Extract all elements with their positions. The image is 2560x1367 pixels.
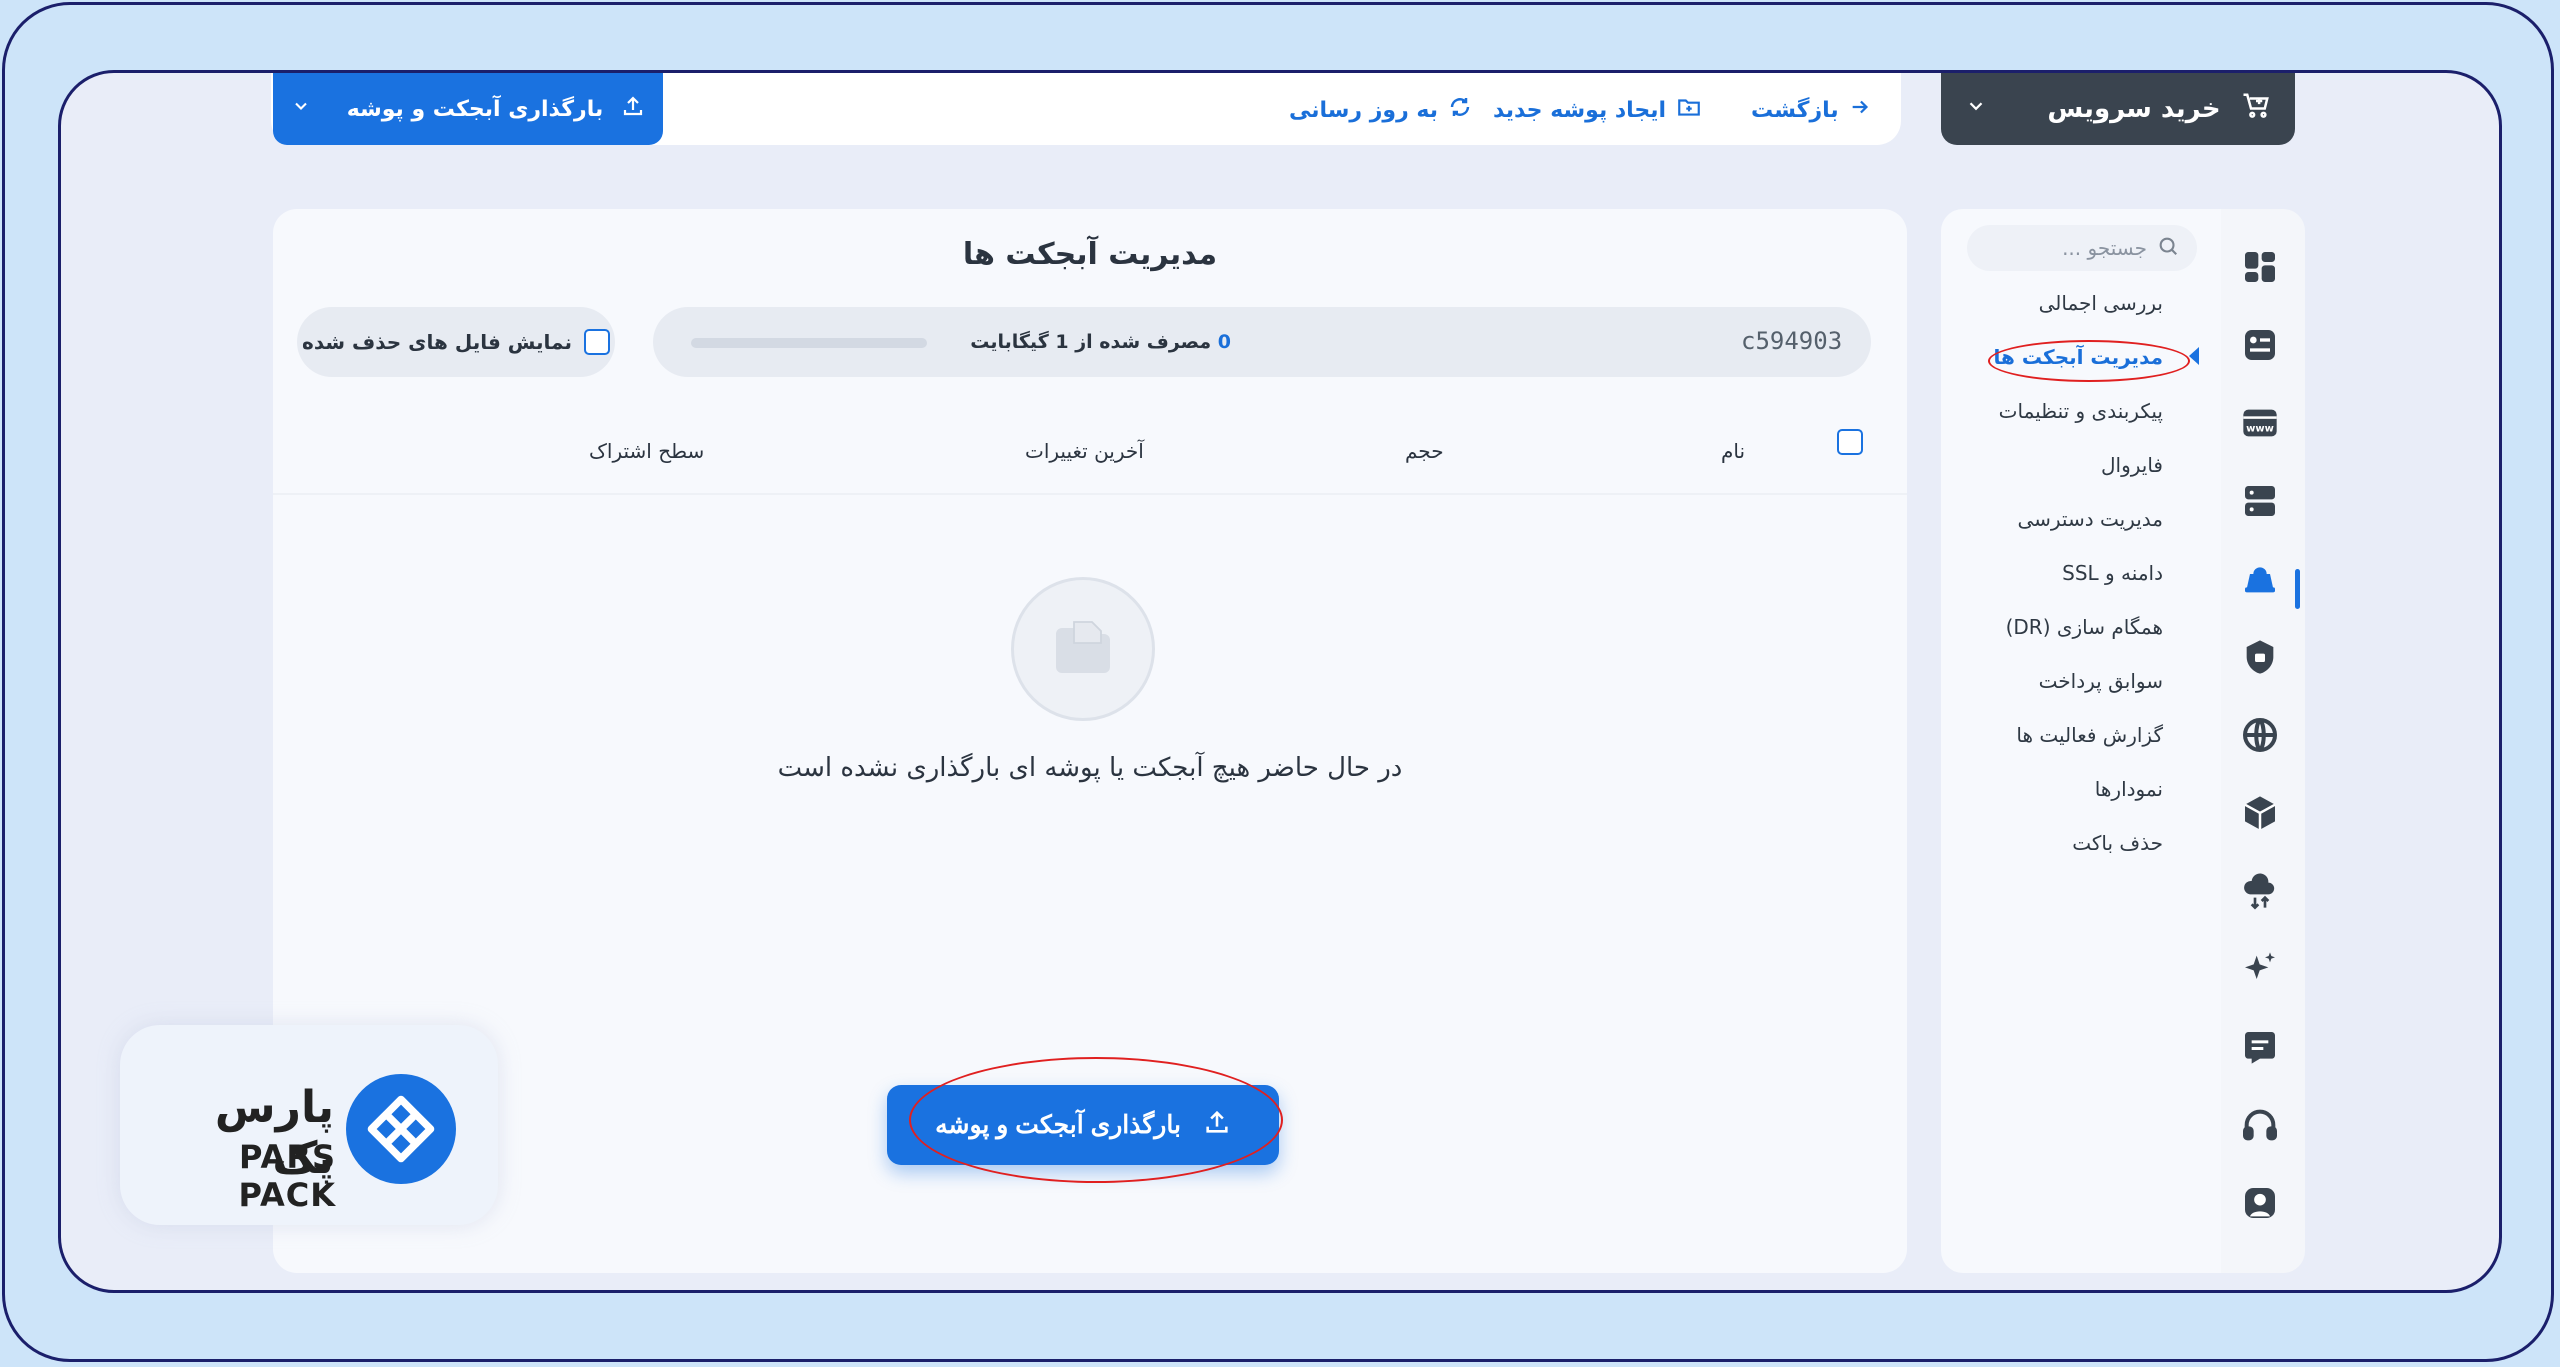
parspack-logo-icon [346, 1074, 456, 1184]
sidebar-item-label: فایروال [2100, 453, 2163, 477]
sidebar-item-label: بررسی اجمالی [2038, 291, 2163, 315]
sidebar-item-domain-ssl[interactable]: دامنه و SSL [1941, 561, 2221, 585]
usage-value: 0 [1217, 331, 1231, 353]
cart-icon [2241, 91, 2271, 128]
sidebar-item-label: مدیریت دسترسی [2017, 507, 2163, 531]
new-folder-label: ایجاد پوشه جدید [1493, 97, 1667, 123]
highlight-circle [909, 1057, 1283, 1183]
bucket-id: c594903 [1741, 327, 1843, 355]
active-item-pointer [2189, 347, 2199, 365]
buy-service-label: خرید سرویس [2047, 94, 2221, 124]
table-divider [273, 493, 1907, 495]
headset-icon[interactable] [2236, 1101, 2284, 1149]
sidebar-item-label: نمودارها [2094, 777, 2163, 801]
cloud-transfer-icon[interactable] [2236, 867, 2284, 915]
new-folder-icon [1676, 94, 1702, 126]
upload-top-label: بارگذاری آبجکت و پوشه [346, 96, 604, 122]
refresh-label: به روز رسانی [1289, 97, 1439, 123]
new-folder-link[interactable]: ایجاد پوشه جدید [1493, 95, 1702, 125]
upload-icon [621, 94, 645, 124]
sidebar-item-charts[interactable]: نمودارها [1941, 777, 2221, 801]
sidebar-item-label: پیکربندی و تنظیمات [1998, 399, 2163, 423]
ticket-icon[interactable] [2236, 1023, 2284, 1071]
active-nav-indicator [2295, 569, 2300, 609]
sidebar-item-overview[interactable]: بررسی اجمالی [1941, 291, 2221, 315]
search-input[interactable]: جستجو ... [1967, 225, 2197, 271]
sidebar-item-sync-dr[interactable]: همگام سازی (DR) [1941, 615, 2221, 639]
empty-file-icon [1011, 577, 1155, 721]
sidebar-item-configuration[interactable]: پیکربندی و تنظیمات [1941, 399, 2221, 423]
sidebar-item-delete-bucket[interactable]: حذف باکت [1941, 831, 2221, 855]
box-icon[interactable] [2236, 789, 2284, 837]
back-label: بازگشت [1751, 97, 1839, 123]
chevron-down-icon [1965, 94, 1987, 124]
show-deleted-checkbox[interactable] [583, 329, 610, 355]
svg-text:www: www [2246, 423, 2274, 434]
sidebar-item-access[interactable]: مدیریت دسترسی [1941, 507, 2221, 531]
server-icon[interactable] [2236, 477, 2284, 525]
select-all-checkbox[interactable] [1837, 429, 1863, 455]
column-header-modified[interactable]: آخرین تغییرات [1025, 439, 1144, 463]
sidebar-item-label: حذف باکت [2072, 831, 2163, 855]
user-profile-icon[interactable] [2236, 1179, 2284, 1227]
usage-progress-bar [691, 338, 927, 348]
www-icon[interactable]: www [2236, 399, 2284, 447]
column-header-size[interactable]: حجم [1405, 439, 1444, 463]
show-deleted-label: نمایش فایل های حذف شده [302, 330, 572, 354]
sidebar-item-label: سوابق پرداخت [2038, 669, 2163, 693]
sidebar-item-label: همگام سازی (DR) [2005, 615, 2163, 639]
column-header-share[interactable]: سطح اشتراک [589, 439, 704, 463]
sidebar-item-label: دامنه و SSL [2062, 561, 2163, 585]
search-placeholder: جستجو ... [2062, 236, 2147, 260]
object-storage-icon[interactable] [2236, 321, 2284, 369]
logo-latin-wordmark: PARS PACK [238, 1138, 336, 1214]
upload-top-button[interactable]: بارگذاری آبجکت و پوشه [273, 73, 663, 145]
refresh-icon [1448, 95, 1472, 125]
show-deleted-toggle[interactable]: نمایش فایل های حذف شده [297, 307, 615, 377]
sidebar-item-label: گزارش فعالیت ها [2016, 723, 2163, 747]
buy-service-button[interactable]: خرید سرویس [1941, 73, 2295, 145]
sidebar-item-payments[interactable]: سوابق پرداخت [1941, 669, 2221, 693]
column-header-name[interactable]: نام [1721, 439, 1745, 463]
sidebar-item-activity-log[interactable]: گزارش فعالیت ها [1941, 723, 2221, 747]
back-link[interactable]: بازگشت [1751, 95, 1871, 125]
refresh-link[interactable]: به روز رسانی [1289, 95, 1472, 125]
empty-state-message: در حال حاضر هیچ آبجکت یا پوشه ای بارگذار… [777, 753, 1403, 783]
cloud-storage-icon[interactable] [2236, 555, 2284, 603]
highlight-circle [1988, 340, 2190, 382]
chevron-down-icon [291, 96, 311, 122]
network-globe-icon[interactable] [2236, 711, 2284, 759]
usage-text: 0 مصرف شده از 1 گیگابایت [941, 331, 1231, 353]
search-icon [2157, 235, 2179, 262]
usage-label: مصرف شده از 1 گیگابایت [970, 331, 1212, 353]
sparkle-icon[interactable] [2236, 945, 2284, 993]
sidebar-item-firewall[interactable]: فایروال [1941, 453, 2221, 477]
dashboard-icon[interactable] [2236, 243, 2284, 291]
arrow-right-icon [1849, 96, 1871, 124]
page-title: مدیریت آبجکت ها [962, 237, 1218, 272]
lock-icon[interactable] [2236, 633, 2284, 681]
